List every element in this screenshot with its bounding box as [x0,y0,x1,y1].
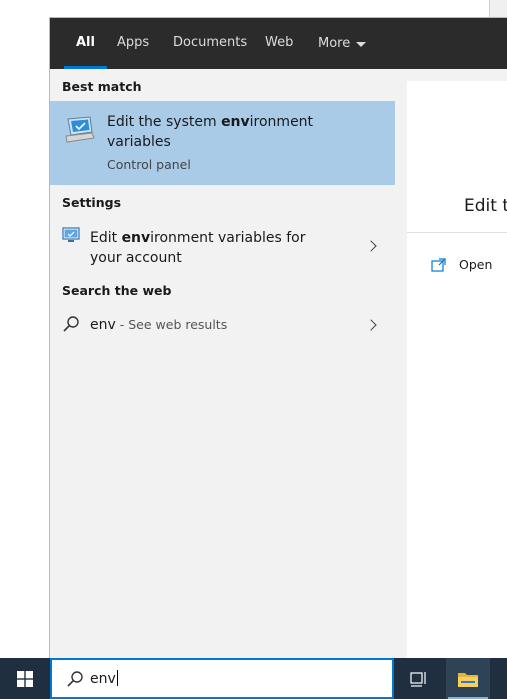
chevron-right-icon[interactable] [365,319,377,331]
desktop: All Apps Documents Web More Best match E… [0,0,507,699]
preview-title: Edit t [464,196,507,216]
search-input[interactable]: env [90,670,118,687]
section-search-web: Search the web [62,283,172,298]
open-label: Open [459,257,493,272]
text-cursor [116,670,118,686]
tab-web[interactable]: Web [265,18,293,69]
tab-apps[interactable]: Apps [117,18,149,69]
settings-text-highlight: env [121,230,151,246]
web-search-text: env - See web results [90,315,227,335]
section-best-match: Best match [62,79,142,94]
open-external-icon [431,257,446,272]
settings-result[interactable]: Edit environment variables for your acco… [50,223,395,269]
taskbar: env [0,658,507,699]
section-settings: Settings [62,195,122,210]
best-match-title-start: Edit the system [107,114,222,130]
tab-more-label: More [318,35,351,51]
chevron-right-icon[interactable] [365,240,377,252]
start-button[interactable] [0,658,50,699]
best-match-title-highlight: env [221,114,250,130]
system-properties-icon [65,116,95,143]
search-icon [67,671,83,687]
tab-documents[interactable]: Documents [173,18,247,69]
web-search-query: env [90,317,116,333]
taskbar-search-box[interactable]: env [50,658,394,699]
settings-result-text: Edit environment variables for your acco… [90,228,330,268]
tab-more[interactable]: More [318,18,367,69]
caret-down-icon [356,42,367,47]
best-match-title: Edit the system environment variables [107,112,357,152]
web-search-result[interactable]: env - See web results [50,311,395,339]
search-input-value: env [90,671,116,687]
task-view-button[interactable] [405,658,433,699]
web-search-suffix: - See web results [115,317,228,332]
monitor-settings-icon [62,227,80,242]
folder-icon [458,672,478,687]
search-icon [63,316,79,332]
task-view-icon [410,671,426,687]
preview-divider [407,232,507,233]
search-flyout: All Apps Documents Web More Best match E… [49,17,507,659]
tab-all[interactable]: All [64,18,107,69]
settings-text-start: Edit [90,230,122,246]
open-action[interactable]: Open [431,257,492,272]
results-pane: Best match Edit the system environment v… [50,69,395,659]
file-explorer-button[interactable] [446,658,490,699]
best-match-result[interactable]: Edit the system environment variables Co… [50,101,395,185]
windows-logo-icon [17,670,33,687]
preview-pane: Edit t Open [395,69,507,659]
search-filter-bar: All Apps Documents Web More [50,18,507,69]
preview-card: Edit t Open [407,81,507,659]
best-match-subtitle: Control panel [107,157,191,172]
